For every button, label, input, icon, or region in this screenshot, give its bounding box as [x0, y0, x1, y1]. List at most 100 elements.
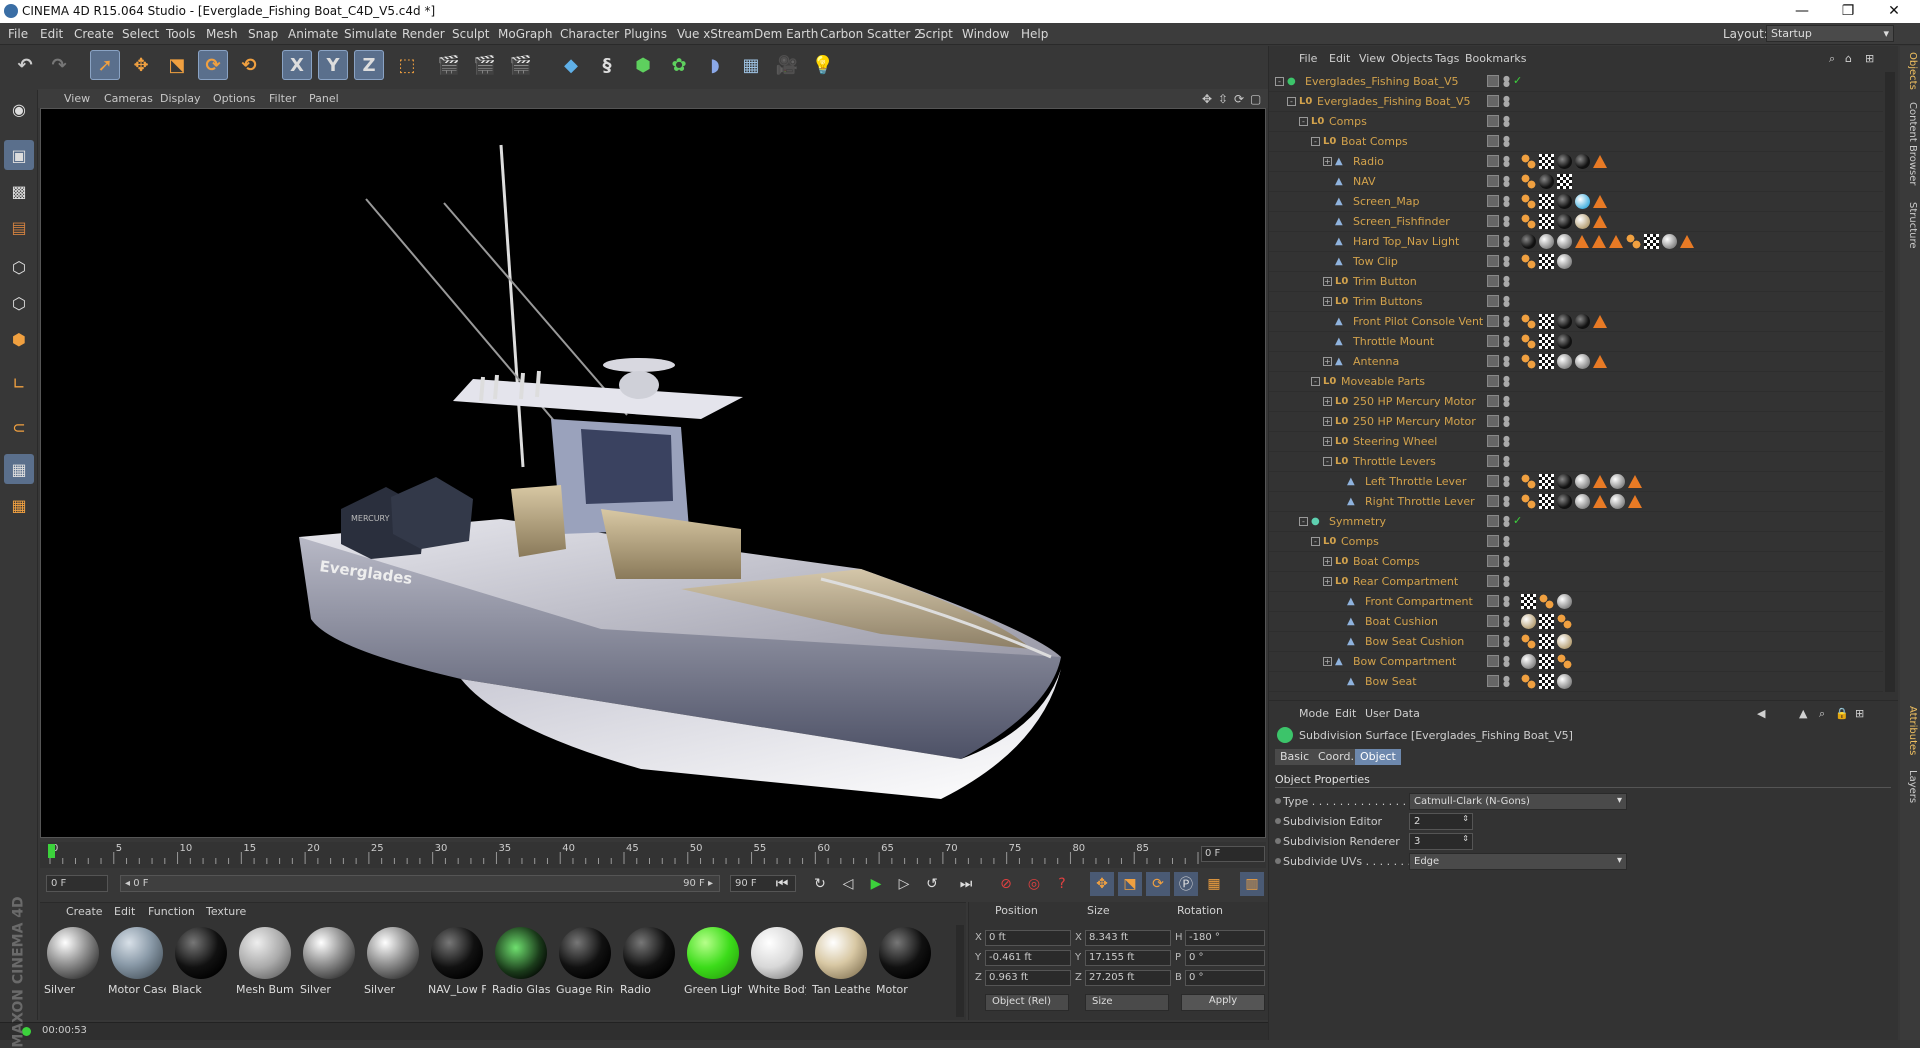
layer-toggle-icon[interactable] — [1487, 315, 1499, 327]
x-axis-lock-button[interactable]: X — [282, 50, 312, 80]
attr-tab-basic[interactable]: Basic — [1275, 749, 1315, 765]
object-tree-row[interactable]: - L0 Comps ● ● — [1269, 112, 1883, 132]
lock-icon[interactable]: 🔒 — [1835, 707, 1849, 720]
rotation-p-field[interactable]: 0 ° — [1185, 950, 1265, 966]
phong-warning-tag-icon[interactable] — [1593, 215, 1607, 228]
menu-simulate[interactable]: Simulate — [344, 27, 397, 41]
object-tree-row[interactable]: - L0 Everglades_Fishing Boat_V5 ● ● — [1269, 92, 1883, 112]
layer-toggle-icon[interactable] — [1487, 515, 1499, 527]
go-to-next-key-icon[interactable]: ↺ — [920, 872, 944, 896]
keyframe-selection-icon[interactable]: ? — [1050, 872, 1074, 896]
phong-tag-icon[interactable] — [1626, 234, 1641, 249]
preview-range-slider[interactable]: ◂ 0 F 90 F ▸ — [120, 875, 720, 892]
expand-icon[interactable]: + — [1323, 417, 1332, 426]
expand-icon[interactable]: + — [1323, 297, 1332, 306]
menu-mesh[interactable]: Mesh — [206, 27, 238, 41]
texture-tag-icon[interactable] — [1539, 474, 1554, 489]
collapse-icon[interactable]: - — [1299, 517, 1308, 526]
render-picture-viewer-icon[interactable]: 🎬 — [470, 50, 500, 80]
timeline-window-icon[interactable]: ▥ — [1240, 872, 1264, 896]
visibility-dots-icon[interactable]: ● ● — [1503, 575, 1510, 588]
object-tree-row[interactable]: ▲ Throttle Mount ● ● — [1269, 332, 1883, 352]
layer-toggle-icon[interactable] — [1487, 135, 1499, 147]
material-swatch[interactable]: Silver — [298, 925, 358, 1001]
camera-icon[interactable]: 🎥 — [772, 50, 802, 80]
object-tree-row[interactable]: ▲ Right Throttle Lever ● ● — [1269, 492, 1883, 512]
anim-dot-icon[interactable] — [1275, 818, 1281, 824]
phong-tag-icon[interactable] — [1521, 334, 1536, 349]
collapse-icon[interactable]: - — [1299, 117, 1308, 126]
object-name[interactable]: Boat Comps — [1341, 135, 1408, 148]
go-to-prev-key-icon[interactable]: ↻ — [808, 872, 832, 896]
material-tag-icon[interactable] — [1610, 474, 1625, 489]
record-active-objects-icon[interactable]: ⊘ — [994, 872, 1018, 896]
workplane-lock-icon[interactable]: ▦ — [4, 454, 34, 484]
material-tag-icon[interactable] — [1557, 634, 1572, 649]
object-tree-row[interactable]: + L0 Rear Compartment ● ● — [1269, 572, 1883, 592]
material-swatch[interactable]: Black — [170, 925, 230, 1001]
layer-toggle-icon[interactable] — [1487, 215, 1499, 227]
home-icon[interactable]: ⌂ — [1845, 52, 1852, 65]
material-scrollbar[interactable] — [956, 925, 964, 1017]
size-y-field[interactable]: 17.155 ft — [1085, 950, 1171, 966]
object-name[interactable]: 250 HP Mercury Motor — [1353, 395, 1476, 408]
expand-icon[interactable]: + — [1323, 437, 1332, 446]
phong-tag-icon[interactable] — [1557, 614, 1572, 629]
points-mode-icon[interactable]: ⬡ — [4, 252, 34, 282]
visibility-dots-icon[interactable]: ● ● — [1503, 135, 1510, 148]
layer-toggle-icon[interactable] — [1487, 275, 1499, 287]
object-tree-row[interactable]: - L0 Boat Comps ● ● — [1269, 132, 1883, 152]
expand-icon[interactable]: + — [1323, 657, 1332, 666]
object-name[interactable]: Boat Comps — [1353, 555, 1420, 568]
visibility-dots-icon[interactable]: ● ● — [1503, 655, 1510, 668]
layer-toggle-icon[interactable] — [1487, 155, 1499, 167]
phong-tag-icon[interactable] — [1521, 214, 1536, 229]
collapse-icon[interactable]: - — [1287, 97, 1296, 106]
viewport-menu-options[interactable]: Options — [213, 92, 255, 105]
object-name[interactable]: NAV — [1353, 175, 1376, 188]
material-tag-icon[interactable] — [1521, 234, 1536, 249]
phong-warning-tag-icon[interactable] — [1575, 235, 1589, 248]
attr-tab-coord[interactable]: Coord. — [1313, 749, 1359, 765]
object-tree-row[interactable]: - L0 Comps ● ● — [1269, 532, 1883, 552]
visibility-dots-icon[interactable]: ● ● — [1503, 615, 1510, 628]
restore-button[interactable]: ❐ — [1825, 0, 1871, 23]
subdivision-editor-field[interactable]: 2 ⇕ — [1409, 813, 1473, 830]
visibility-dots-icon[interactable]: ● ● — [1503, 355, 1510, 368]
visibility-dots-icon[interactable]: ● ● — [1503, 215, 1510, 228]
object-tree-row[interactable]: + L0 250 HP Mercury Motor ● ● — [1269, 412, 1883, 432]
material-swatch[interactable]: Silver — [42, 925, 102, 1001]
object-name[interactable]: Comps — [1341, 535, 1379, 548]
object-name[interactable]: Right Throttle Lever — [1365, 495, 1475, 508]
rotation-b-field[interactable]: 0 ° — [1185, 970, 1265, 986]
size-x-field[interactable]: 8.343 ft — [1085, 930, 1171, 946]
layer-toggle-icon[interactable] — [1487, 375, 1499, 387]
phong-warning-tag-icon[interactable] — [1593, 475, 1607, 488]
menu-select[interactable]: Select — [122, 27, 159, 41]
object-tree-row[interactable]: ▲ Screen_Fishfinder ● ● — [1269, 212, 1883, 232]
position-z-field[interactable]: 0.963 ft — [985, 970, 1071, 986]
collapse-icon[interactable]: - — [1311, 537, 1320, 546]
object-name[interactable]: Antenna — [1353, 355, 1399, 368]
visibility-dots-icon[interactable]: ● ● — [1503, 535, 1510, 548]
workplane-mode-icon[interactable]: ▤ — [4, 212, 34, 242]
visibility-dots-icon[interactable]: ● ● — [1503, 375, 1510, 388]
material-swatch[interactable]: Radio Glas — [490, 925, 550, 1001]
texture-tag-icon[interactable] — [1539, 654, 1554, 669]
subdivision-type-dropdown[interactable]: Catmull-Clark (N-Gons) ▾ — [1409, 793, 1627, 810]
menu-snap[interactable]: Snap — [248, 27, 278, 41]
material-swatch[interactable]: Motor — [874, 925, 934, 1001]
move-tool-icon[interactable]: ✥ — [126, 50, 156, 80]
material-tag-icon[interactable] — [1557, 314, 1572, 329]
material-tag-icon[interactable] — [1662, 234, 1677, 249]
object-tree-row[interactable]: + L0 Steering Wheel ● ● — [1269, 432, 1883, 452]
subdivision-renderer-field[interactable]: 3 ⇕ — [1409, 833, 1473, 850]
layer-toggle-icon[interactable] — [1487, 75, 1499, 87]
object-name[interactable]: Hard Top_Nav Light — [1353, 235, 1459, 248]
side-tab-structure[interactable]: Structure — [1902, 202, 1918, 249]
object-tree-row[interactable]: ▲ Boat Cushion ● ● — [1269, 612, 1883, 632]
model-mode-icon[interactable]: ▣ — [4, 140, 34, 170]
menu-carbon-scatter[interactable]: Carbon Scatter 2 — [820, 27, 922, 41]
visibility-dots-icon[interactable]: ● ● — [1503, 415, 1510, 428]
texture-tag-icon[interactable] — [1539, 214, 1554, 229]
